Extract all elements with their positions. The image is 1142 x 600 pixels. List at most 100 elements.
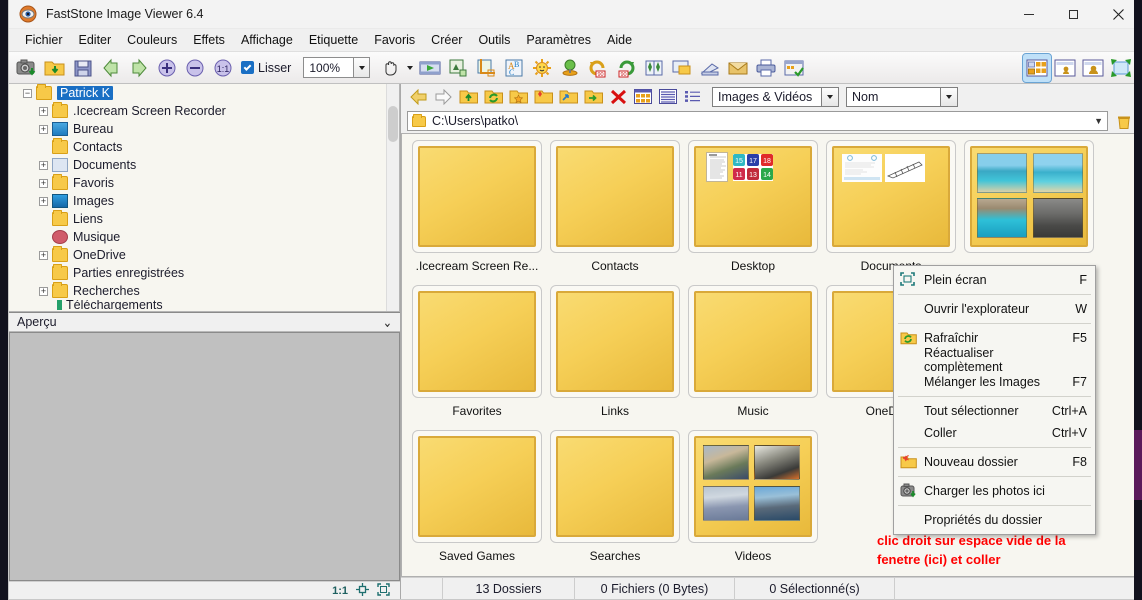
save-icon[interactable] — [69, 54, 97, 82]
tree-node-bureau[interactable]: + Bureau — [9, 120, 399, 138]
email-icon[interactable] — [724, 54, 752, 82]
menu-etiquette[interactable]: Etiquette — [301, 30, 366, 50]
thumbnail-item[interactable] — [960, 140, 1098, 285]
menu-fichier[interactable]: Fichier — [17, 30, 71, 50]
view-filmstrip-top-icon[interactable] — [1079, 54, 1107, 82]
expand-icon[interactable]: + — [39, 178, 48, 188]
tree-node-icecream[interactable]: + .Icecream Screen Recorder — [9, 102, 399, 120]
wallpaper-icon[interactable] — [668, 54, 696, 82]
context-menu[interactable]: Plein écran F Ouvrir l'explorateur W Raf… — [893, 265, 1096, 535]
thumbnail-item[interactable]: Links — [546, 285, 684, 430]
chevron-down-icon[interactable] — [822, 86, 839, 107]
expand-icon[interactable]: + — [39, 196, 48, 206]
preview-area[interactable] — [9, 332, 400, 581]
view-filmstrip-side-icon[interactable] — [1051, 54, 1079, 82]
tree-node-liens[interactable]: Liens — [9, 210, 399, 228]
pan-hand-icon[interactable] — [376, 54, 404, 82]
favorites-icon[interactable] — [506, 86, 530, 108]
menu-parametres[interactable]: Paramètres — [518, 30, 599, 50]
filter-combo[interactable]: Images & Vidéos — [712, 86, 839, 107]
context-menu-item-ouvrir-explorateur[interactable]: Ouvrir l'explorateur W — [894, 298, 1095, 320]
back-icon[interactable] — [406, 86, 430, 108]
maximize-button[interactable] — [1051, 0, 1096, 29]
refresh-icon[interactable] — [481, 86, 505, 108]
rotate-left-icon[interactable]: 90 — [584, 54, 612, 82]
context-menu-item-proprietes-dossier[interactable]: Propriétés du dossier — [894, 509, 1095, 531]
tree-node-contacts[interactable]: Contacts — [9, 138, 399, 156]
menu-creer[interactable]: Créer — [423, 30, 470, 50]
tree-node-documents[interactable]: + Documents — [9, 156, 399, 174]
tree-node-recherches[interactable]: + Recherches — [9, 282, 399, 300]
context-menu-item-plein-ecran[interactable]: Plein écran F — [894, 269, 1095, 291]
new-folder-icon[interactable] — [531, 86, 555, 108]
sort-combo[interactable]: Nom — [846, 86, 958, 107]
thumbnail-item[interactable]: Searches — [546, 430, 684, 575]
list-view-icon[interactable] — [656, 86, 680, 108]
tree-node-favoris[interactable]: + Favoris — [9, 174, 399, 192]
chevron-down-icon[interactable]: ▼ — [1094, 116, 1103, 126]
up-folder-icon[interactable] — [456, 86, 480, 108]
zoom-out-icon[interactable] — [181, 54, 209, 82]
pan-dropdown-icon[interactable] — [404, 54, 416, 82]
tree-node-images[interactable]: + Images — [9, 192, 399, 210]
menu-effets[interactable]: Effets — [185, 30, 233, 50]
compare-icon[interactable] — [640, 54, 668, 82]
brightness-icon[interactable] — [528, 54, 556, 82]
context-menu-item-reactualiser[interactable]: Réactualiser complètement — [894, 346, 1095, 374]
contact-sheet-icon[interactable] — [780, 54, 808, 82]
thumbnail-item[interactable]: Music — [684, 285, 822, 430]
context-menu-item-nouveau-dossier[interactable]: Nouveau dossier F8 — [894, 451, 1095, 473]
fit-to-window-icon[interactable] — [356, 582, 369, 599]
fullscreen-icon[interactable] — [1107, 54, 1135, 82]
resize-icon[interactable] — [444, 54, 472, 82]
menu-couleurs[interactable]: Couleurs — [119, 30, 185, 50]
text-icon[interactable]: A B C — [500, 54, 528, 82]
expand-icon[interactable]: + — [39, 286, 48, 296]
slideshow-icon[interactable] — [416, 54, 444, 82]
tree-node-parties[interactable]: Parties enregistrées — [9, 264, 399, 282]
details-view-icon[interactable] — [681, 86, 705, 108]
expand-icon[interactable]: + — [39, 124, 48, 134]
thumbnail-item[interactable]: 15 17 18 11 13 14 Desktop — [684, 140, 822, 285]
rotate-right-icon[interactable]: 90 — [612, 54, 640, 82]
tree-scrollbar[interactable] — [386, 84, 399, 311]
context-menu-item-tout-selectionner[interactable]: Tout sélectionner Ctrl+A — [894, 400, 1095, 422]
thumbnail-view-icon[interactable] — [631, 86, 655, 108]
tree-node-musique[interactable]: Musique — [9, 228, 399, 246]
context-menu-item-charger-photos[interactable]: Charger les photos ici — [894, 480, 1095, 502]
actual-size-icon[interactable]: 1:1 — [209, 54, 237, 82]
view-thumbnails-icon[interactable] — [1022, 52, 1052, 83]
scanner-icon[interactable] — [696, 54, 724, 82]
menu-affichage[interactable]: Affichage — [233, 30, 301, 50]
expand-icon[interactable]: + — [39, 160, 48, 170]
thumbnail-item[interactable]: Documents — [822, 140, 960, 285]
crop-icon[interactable] — [472, 54, 500, 82]
minimize-button[interactable] — [1006, 0, 1051, 29]
menu-aide[interactable]: Aide — [599, 30, 640, 50]
chevron-down-icon[interactable] — [353, 57, 371, 78]
menu-editer[interactable]: Editer — [71, 30, 120, 50]
context-menu-item-coller[interactable]: Coller Ctrl+V — [894, 422, 1095, 444]
tree-node-root[interactable]: − Patrick K — [9, 84, 399, 102]
forward-icon[interactable] — [431, 86, 455, 108]
next-icon[interactable] — [125, 54, 153, 82]
capture-screen-icon[interactable] — [13, 54, 41, 82]
menu-favoris[interactable]: Favoris — [366, 30, 423, 50]
tree-node-onedrive[interactable]: + OneDrive — [9, 246, 399, 264]
expand-icon[interactable]: + — [39, 250, 48, 260]
thumbnail-item[interactable]: Favorites — [408, 285, 546, 430]
thumbnail-item[interactable]: Contacts — [546, 140, 684, 285]
thumbnail-item[interactable]: Videos — [684, 430, 822, 575]
tree-scrollbar-thumb[interactable] — [388, 106, 398, 142]
chevron-down-icon[interactable] — [941, 86, 958, 107]
color-icon[interactable] — [556, 54, 584, 82]
collapse-icon[interactable]: − — [23, 88, 32, 98]
copy-to-icon[interactable] — [556, 86, 580, 108]
tree-node-telechargements[interactable]: Téléchargements — [9, 300, 399, 310]
previous-icon[interactable] — [97, 54, 125, 82]
trash-icon[interactable] — [1113, 111, 1135, 132]
zoom-level-combo[interactable]: 100% — [303, 57, 371, 78]
expand-icon[interactable]: + — [39, 106, 48, 116]
fullscreen-preview-icon[interactable] — [377, 582, 390, 599]
menu-outils[interactable]: Outils — [470, 30, 518, 50]
